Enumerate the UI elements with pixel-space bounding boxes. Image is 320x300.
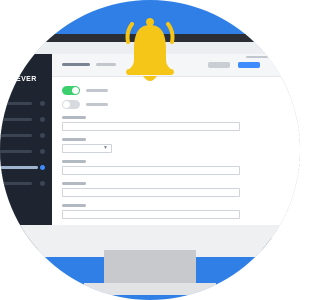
sidebar-item-icon (40, 133, 45, 138)
brand-logo[interactable]: LS4EVER (2, 76, 37, 83)
sidebar-item-active[interactable] (0, 166, 38, 169)
app-screenshot: LS4EVER ▼ (0, 0, 300, 300)
select-field[interactable]: ▼ (62, 144, 112, 153)
sidebar-item[interactable] (0, 134, 32, 137)
field-label (62, 182, 86, 185)
toggle-label (86, 103, 108, 106)
toggle-knob (63, 101, 70, 108)
bell-icon[interactable] (118, 14, 182, 88)
save-button[interactable] (238, 62, 260, 68)
toggle-switch-off[interactable] (62, 100, 80, 109)
toggle-label (86, 89, 108, 92)
toggle-switch-on[interactable] (62, 86, 80, 95)
field-label (62, 160, 86, 163)
sidebar-item-icon (40, 149, 45, 154)
toggle-knob (72, 87, 79, 94)
sidebar-item[interactable] (0, 102, 32, 105)
field-label (62, 116, 86, 119)
sidebar-item-active-icon (40, 165, 45, 170)
tab-general[interactable] (62, 63, 90, 66)
text-field[interactable] (62, 166, 240, 175)
sidebar-item[interactable] (0, 150, 32, 153)
header-link[interactable] (246, 56, 270, 58)
sidebar: LS4EVER (0, 54, 52, 238)
monitor-stand-base (84, 283, 216, 295)
cancel-button[interactable] (208, 62, 230, 68)
sidebar-item-icon (40, 117, 45, 122)
tab-other[interactable] (96, 63, 116, 66)
text-field[interactable] (62, 188, 240, 197)
field-label (62, 204, 86, 207)
circular-frame: LS4EVER ▼ (0, 0, 300, 300)
sidebar-item-icon (40, 101, 45, 106)
chevron-down-icon: ▼ (103, 145, 108, 151)
sidebar-item-icon (40, 181, 45, 186)
sidebar-item[interactable] (0, 182, 32, 185)
text-field[interactable] (62, 210, 240, 219)
sidebar-item[interactable] (0, 118, 32, 121)
field-label (62, 138, 86, 141)
text-field[interactable] (62, 122, 240, 131)
